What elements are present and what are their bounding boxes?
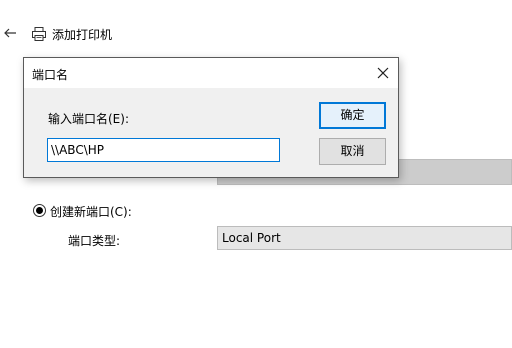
port-type-label: 端口类型: <box>68 234 121 248</box>
port-name-dialog: 端口名 输入端口名(E): 确定 取消 <box>23 57 399 178</box>
dialog-title: 端口名 <box>32 68 69 82</box>
wizard-title: 添加打印机 <box>52 28 113 42</box>
ok-button[interactable]: 确定 <box>319 102 386 129</box>
radio-selected-dot <box>36 207 43 214</box>
printer-icon <box>31 26 47 42</box>
dialog-titlebar[interactable]: 端口名 <box>24 58 398 88</box>
cancel-button[interactable]: 取消 <box>319 138 386 165</box>
add-printer-wizard: 添加打印机 创建新端口(C): 端口类型: Local Port 端口名 输入端… <box>0 0 512 348</box>
port-name-prompt: 输入端口名(E): <box>48 112 129 126</box>
create-new-port-label[interactable]: 创建新端口(C): <box>50 203 132 220</box>
back-arrow-icon[interactable] <box>2 25 18 41</box>
port-type-select[interactable]: Local Port <box>217 226 512 250</box>
create-new-port-radio[interactable] <box>33 204 46 217</box>
port-name-input[interactable] <box>47 138 280 162</box>
close-icon[interactable] <box>374 64 392 82</box>
